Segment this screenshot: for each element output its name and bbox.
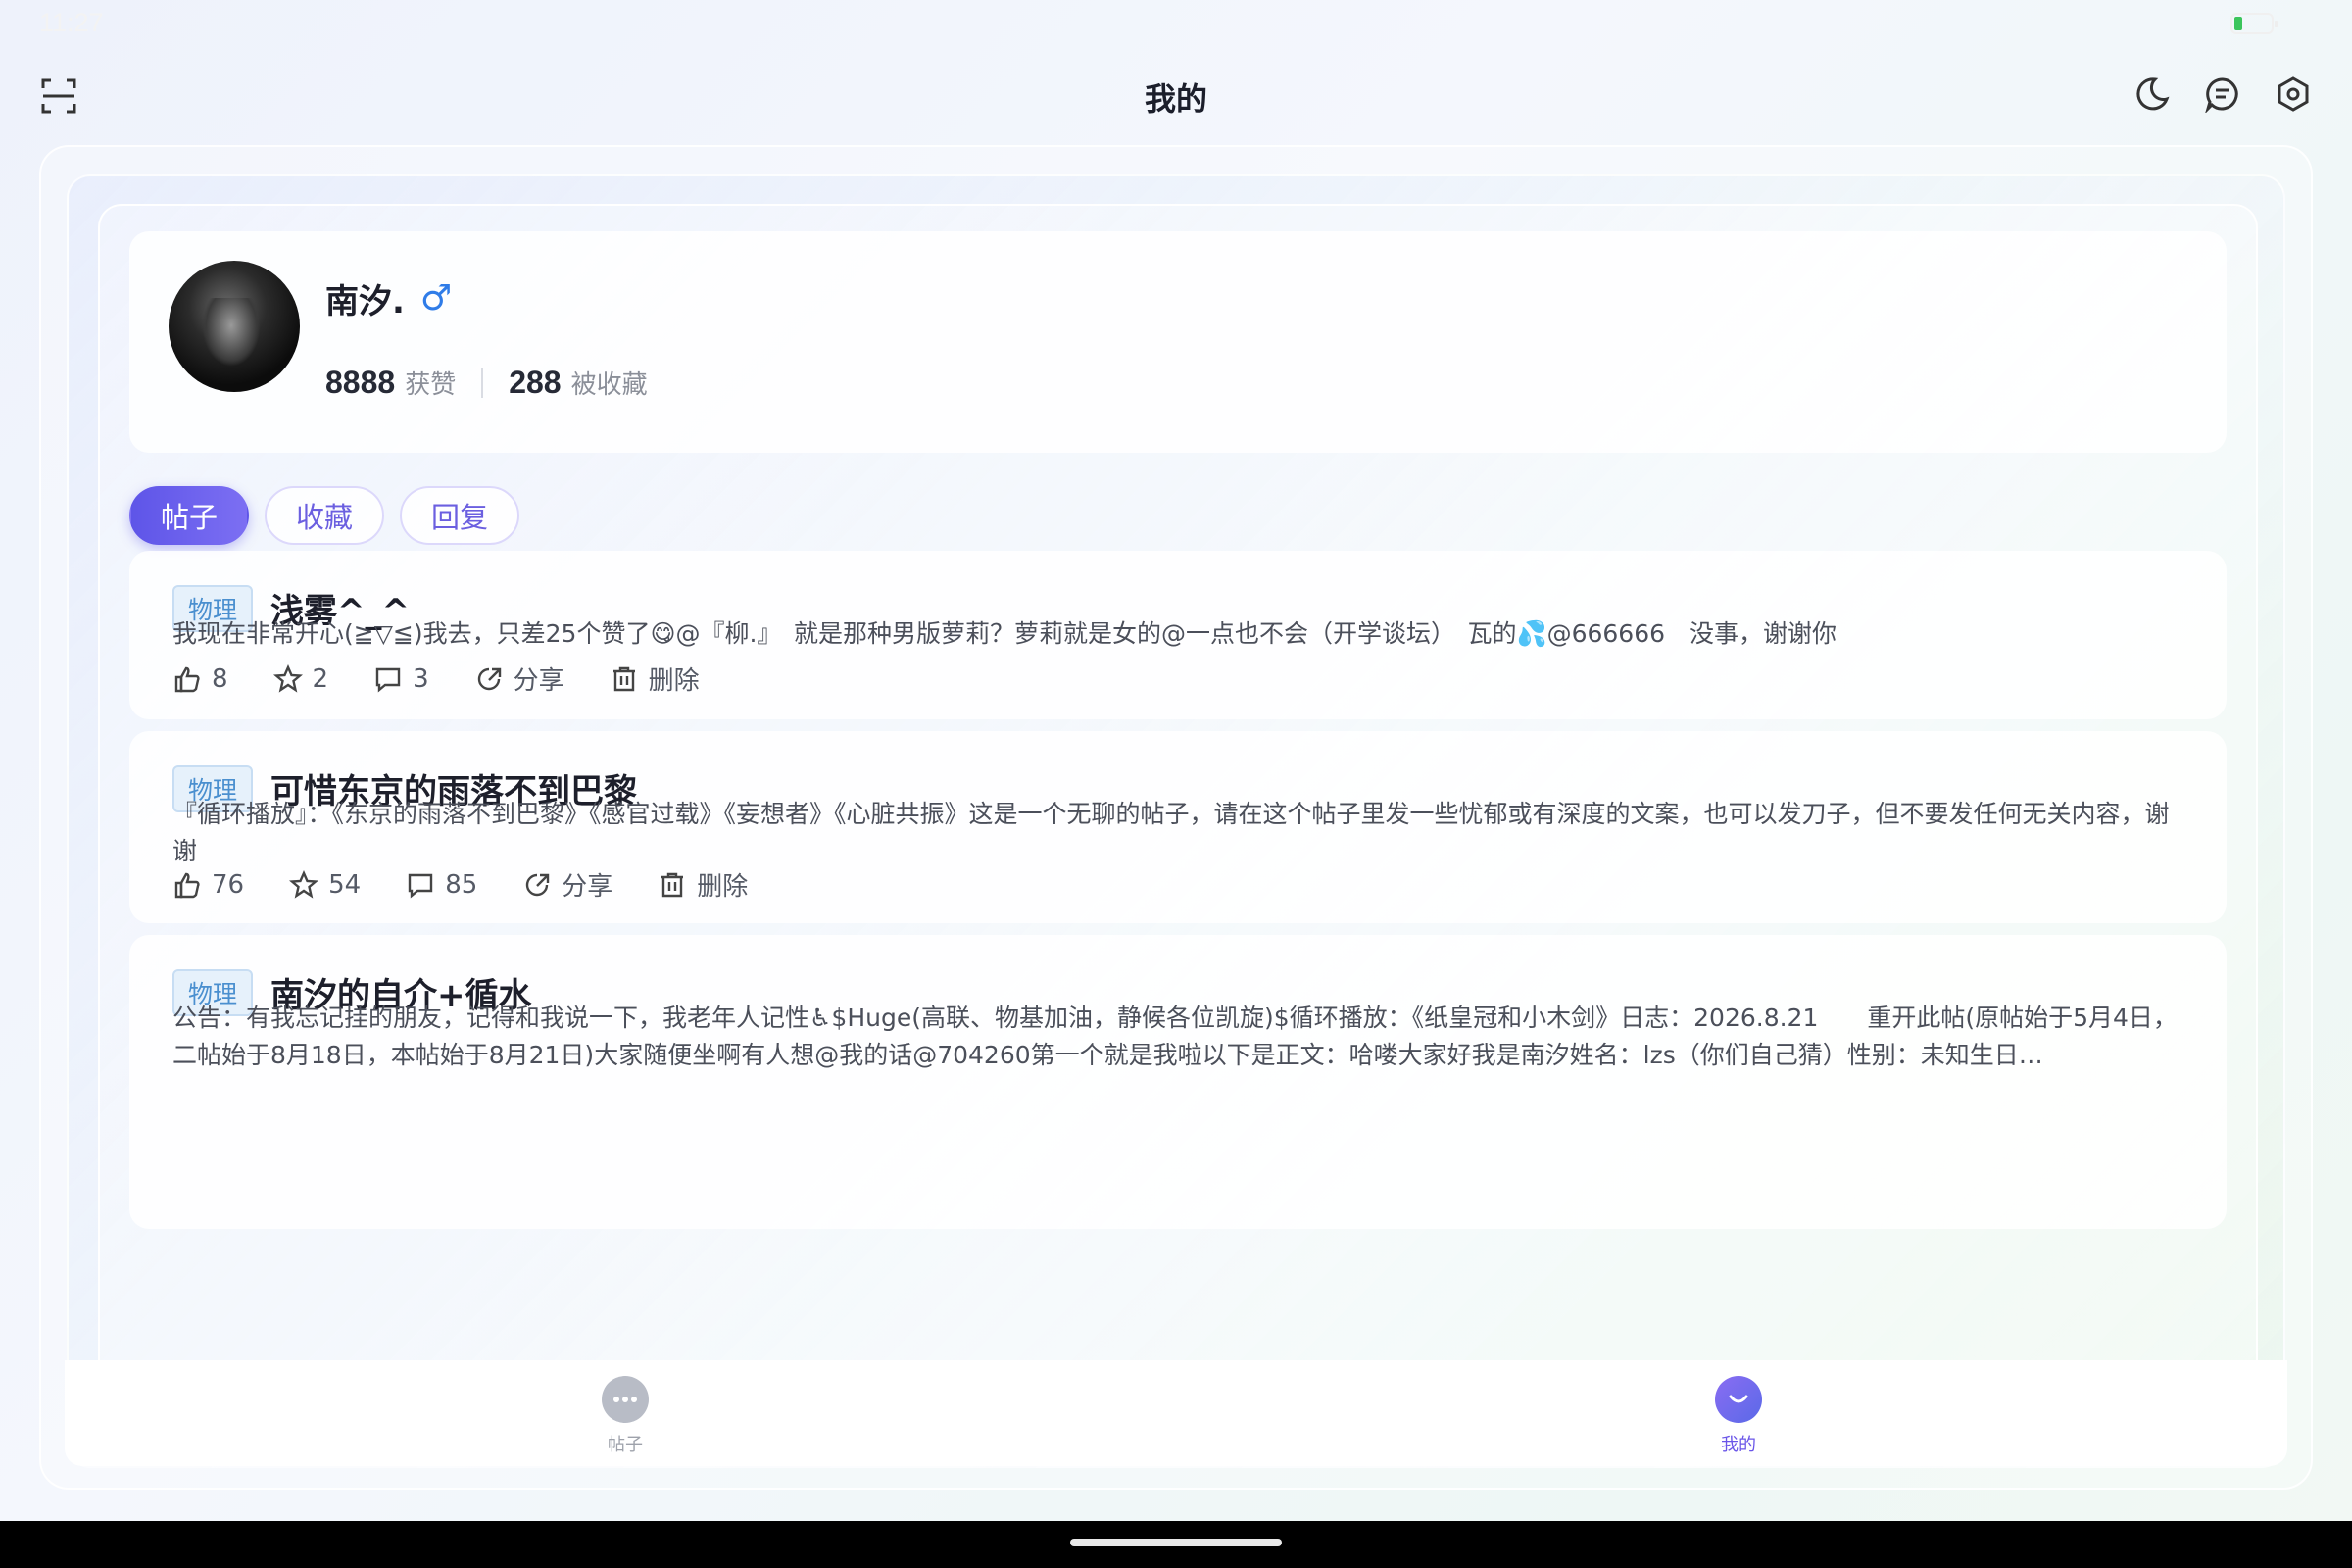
nav-me[interactable]: 我的 [1680,1376,1797,1456]
favorites-label: 被收藏 [570,370,648,400]
tab-replies[interactable]: 回复 [400,486,520,545]
tab-favorites[interactable]: 收藏 [265,486,385,545]
post-card[interactable]: 物理 可惜东京的雨落不到巴黎 『循环播放』：《东京的雨落不到巴黎》《感官过载》《… [129,731,2227,923]
main-panel: 南汐. ♂ 8888 获赞 288 被收藏 帖子 收藏 回复 物理 浅雾^_^ … [67,174,2285,1468]
star-count: 54 [328,869,362,900]
username: 南汐. [325,282,405,321]
trash-icon [612,666,635,691]
delete-button[interactable]: 删除 [610,661,700,697]
nav-label: 我的 [1721,1435,1756,1455]
male-gender-icon: ♂ [419,277,453,318]
share-button[interactable]: 分享 [522,866,612,903]
star-button[interactable]: 54 [289,870,361,900]
like-count: 8 [212,663,228,694]
favorites-count: 288 [509,365,562,400]
trash-icon [662,872,684,897]
delete-button[interactable]: 删除 [658,866,748,903]
moon-icon[interactable] [2132,74,2172,114]
post-body: 公告：有我忘记挂的朋友，记得和我说一下，我老年人记性♿$Huge(高联、物基加油… [172,1004,2178,1069]
profile-stats: 8888 获赞 288 被收藏 [325,365,648,401]
smile-face-icon [1715,1376,1762,1423]
home-indicator[interactable] [1070,1539,1282,1546]
post-card[interactable]: 物理 南汐的自介+循水 公告：有我忘记挂的朋友，记得和我说一下，我老年人记性♿$… [129,935,2227,1229]
share-button[interactable]: 分享 [474,661,564,697]
post-body: 『循环播放』：《东京的雨落不到巴黎》《感官过载》《妄想者》《心脏共振》这是一个无… [172,800,2170,865]
nav-label: 帖子 [608,1435,643,1455]
nav-posts[interactable]: 帖子 [566,1376,684,1456]
star-button[interactable]: 2 [272,663,329,694]
thumbs-up-icon [174,666,200,692]
settings-icon[interactable] [2274,74,2313,114]
like-button[interactable]: 76 [172,870,244,900]
star-icon [289,869,319,899]
comment-count: 85 [445,869,478,900]
chat-bubble-icon [602,1376,649,1423]
system-nav-bar [0,1521,2352,1568]
comment-button[interactable]: 85 [406,870,477,900]
likes-count: 8888 [325,365,396,400]
tab-bar: 帖子 收藏 回复 [129,486,520,545]
status-time: 11:27 [39,8,104,37]
top-bar: 我的 [0,59,2352,137]
comment-button[interactable]: 3 [373,664,429,694]
share-label: 分享 [513,666,564,696]
like-count: 76 [212,869,245,900]
star-icon [272,663,303,693]
share-label: 分享 [562,872,613,902]
share-icon [477,667,501,690]
star-count: 2 [312,663,329,694]
likes-label: 获赞 [405,370,457,400]
message-icon[interactable] [2203,74,2242,114]
battery-icon [2230,13,2278,34]
thumbs-up-icon [174,872,200,898]
comment-icon [375,667,401,693]
stat-divider [481,368,484,398]
comment-icon [408,873,433,899]
content-panel: 南汐. ♂ 8888 获赞 288 被收藏 帖子 收藏 回复 物理 浅雾^_^ … [98,204,2258,1466]
bottom-nav: 帖子 我的 [65,1360,2287,1466]
delete-label: 删除 [648,666,700,696]
comment-count: 3 [413,663,429,694]
tab-posts[interactable]: 帖子 [129,486,250,545]
page-title: 我的 [1144,80,1207,118]
avatar[interactable] [169,261,300,392]
like-button[interactable]: 8 [172,664,228,694]
delete-label: 删除 [697,872,749,902]
post-body: 我现在非常开心(≧▽≦)我去，只差25个赞了😋@『柳.』 就是那种男版萝莉？萝莉… [172,619,1838,648]
status-bar: 11:27 [0,0,2352,49]
profile-card: 南汐. ♂ 8888 获赞 288 被收藏 [129,231,2227,453]
share-icon [526,873,550,896]
post-card[interactable]: 物理 浅雾^_^ 我现在非常开心(≧▽≦)我去，只差25个赞了😋@『柳.』 就是… [129,551,2227,719]
